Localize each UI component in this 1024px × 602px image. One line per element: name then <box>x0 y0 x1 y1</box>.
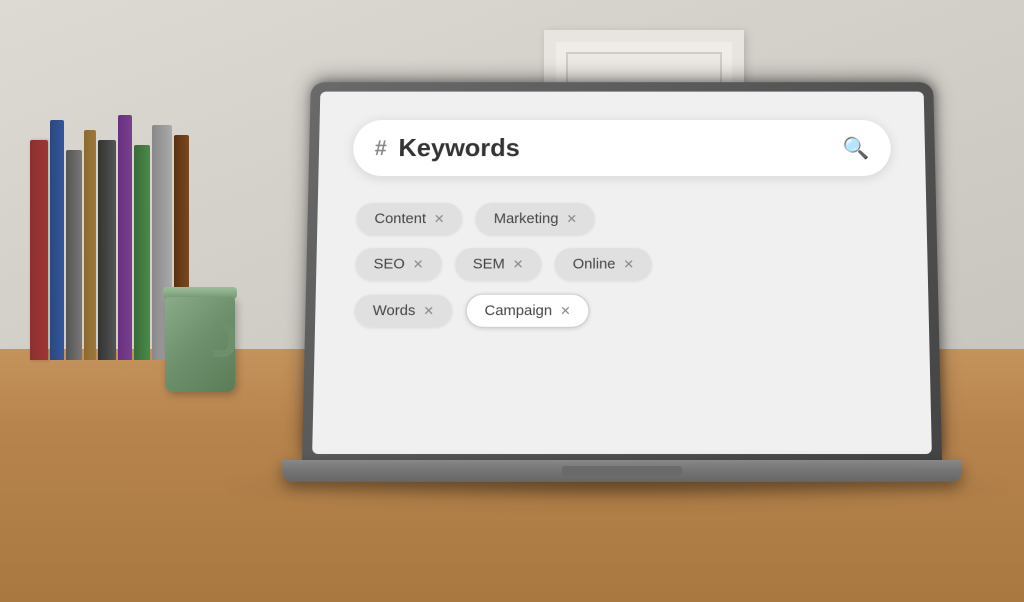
tag-sem-remove[interactable]: ✕ <box>513 256 524 271</box>
tag-seo[interactable]: SEO ✕ <box>356 248 442 280</box>
search-icon[interactable]: 🔍 <box>842 136 869 161</box>
tag-content[interactable]: Content ✕ <box>356 203 462 235</box>
tags-row-3: Words ✕ Campaign ✕ <box>355 294 895 328</box>
laptop-trackpad <box>562 466 682 476</box>
laptop: # Keywords 🔍 Content ✕ Marketing ✕ <box>230 70 1014 482</box>
tag-content-label: Content <box>374 211 426 227</box>
tag-content-remove[interactable]: ✕ <box>434 211 445 226</box>
book-5 <box>98 140 116 360</box>
laptop-base <box>282 460 962 482</box>
laptop-screen: # Keywords 🔍 Content ✕ Marketing ✕ <box>312 92 932 454</box>
tag-campaign-remove[interactable]: ✕ <box>560 303 571 319</box>
book-6 <box>118 115 132 360</box>
tag-online[interactable]: Online ✕ <box>555 248 652 280</box>
tag-marketing-remove[interactable]: ✕ <box>566 211 577 226</box>
book-3 <box>66 150 82 360</box>
tag-online-label: Online <box>573 256 616 272</box>
book-7 <box>134 145 150 360</box>
laptop-lid: # Keywords 🔍 Content ✕ Marketing ✕ <box>302 82 942 460</box>
mug-body <box>165 297 235 392</box>
tag-sem[interactable]: SEM ✕ <box>455 248 541 280</box>
tag-campaign-label: Campaign <box>484 302 552 319</box>
tag-marketing[interactable]: Marketing ✕ <box>476 203 595 235</box>
tag-online-remove[interactable]: ✕ <box>623 256 634 271</box>
tag-seo-label: SEO <box>373 256 405 272</box>
search-bar[interactable]: # Keywords 🔍 <box>353 120 892 176</box>
tag-words-label: Words <box>373 302 416 319</box>
tag-sem-label: SEM <box>473 256 505 272</box>
tag-words-remove[interactable]: ✕ <box>423 303 434 319</box>
book-1 <box>30 140 48 360</box>
book-4 <box>84 130 96 360</box>
tag-words[interactable]: Words ✕ <box>355 295 452 327</box>
search-input-text: Keywords <box>398 133 842 162</box>
tag-marketing-label: Marketing <box>494 211 559 227</box>
tag-seo-remove[interactable]: ✕ <box>413 256 424 271</box>
tags-area: Content ✕ Marketing ✕ SEO ✕ SEM <box>350 203 895 328</box>
tags-row-2: SEO ✕ SEM ✕ Online ✕ <box>356 248 894 280</box>
tags-row-1: Content ✕ Marketing ✕ <box>356 203 892 235</box>
hash-icon: # <box>375 136 387 161</box>
book-2 <box>50 120 64 360</box>
tag-campaign[interactable]: Campaign ✕ <box>466 294 590 328</box>
